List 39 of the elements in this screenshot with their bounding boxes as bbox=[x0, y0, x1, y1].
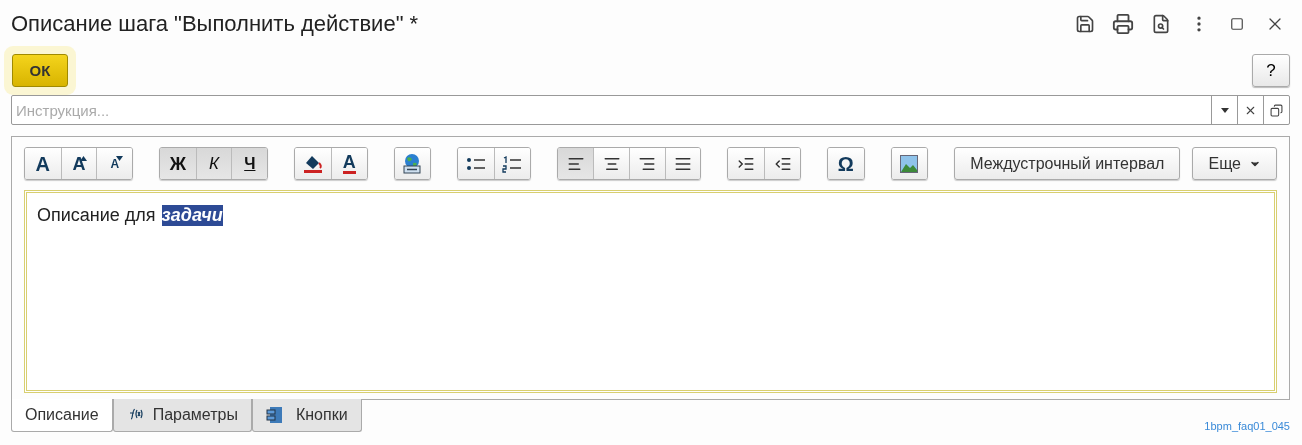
letter-glyph: Ω bbox=[837, 153, 854, 174]
bullet-list-icon bbox=[466, 155, 487, 172]
bold-button[interactable]: Ж bbox=[160, 148, 196, 179]
window-title: Описание шага "Выполнить действие" * bbox=[11, 11, 420, 37]
bullet-list-button[interactable] bbox=[458, 148, 494, 179]
numbered-list-icon bbox=[502, 154, 523, 173]
line-spacing-button[interactable]: Междустрочный интервал bbox=[954, 147, 1181, 180]
more-menu-button[interactable]: Еще bbox=[1192, 147, 1277, 180]
globe-link-icon bbox=[401, 152, 424, 175]
text-editor[interactable]: Описание для задачи bbox=[24, 190, 1277, 393]
letter-button[interactable]: Ω bbox=[827, 148, 864, 179]
editor-text: Описание для bbox=[37, 205, 156, 226]
align-justify-button[interactable] bbox=[664, 148, 701, 179]
align-center-button[interactable] bbox=[593, 148, 630, 179]
image-code: 1bpm_faq01_045 bbox=[1204, 420, 1290, 432]
font-grow-button[interactable]: A bbox=[60, 148, 97, 179]
align-right-button[interactable] bbox=[629, 148, 665, 179]
ok-button[interactable]: ОК bbox=[12, 54, 68, 87]
align-left-button[interactable] bbox=[557, 148, 594, 179]
letter-glyph: A bbox=[35, 153, 51, 174]
hyperlink-button[interactable] bbox=[394, 148, 431, 179]
tab[interactable]: Параметры bbox=[112, 399, 252, 432]
image-icon bbox=[900, 154, 919, 173]
font-color-button[interactable]: A bbox=[330, 148, 367, 179]
selected-text: задачи bbox=[161, 205, 223, 226]
fill-color-button[interactable] bbox=[295, 148, 331, 179]
decrease-icon bbox=[116, 156, 124, 161]
indent-button[interactable] bbox=[728, 148, 765, 179]
outdent-button[interactable] bbox=[764, 148, 800, 179]
tab[interactable]: Кнопки bbox=[251, 399, 362, 432]
insert-image-button[interactable] bbox=[891, 148, 928, 179]
help-button[interactable]: ? bbox=[1252, 54, 1290, 87]
tab[interactable]: Описание bbox=[11, 399, 113, 432]
numbered-list-button[interactable] bbox=[493, 148, 530, 179]
paint-bucket-icon bbox=[303, 153, 323, 174]
underline-button[interactable]: Ч bbox=[231, 148, 268, 179]
letter-button[interactable]: A bbox=[25, 148, 61, 179]
font-shrink-button[interactable]: A bbox=[96, 148, 133, 179]
italic-button[interactable]: К bbox=[195, 148, 232, 179]
